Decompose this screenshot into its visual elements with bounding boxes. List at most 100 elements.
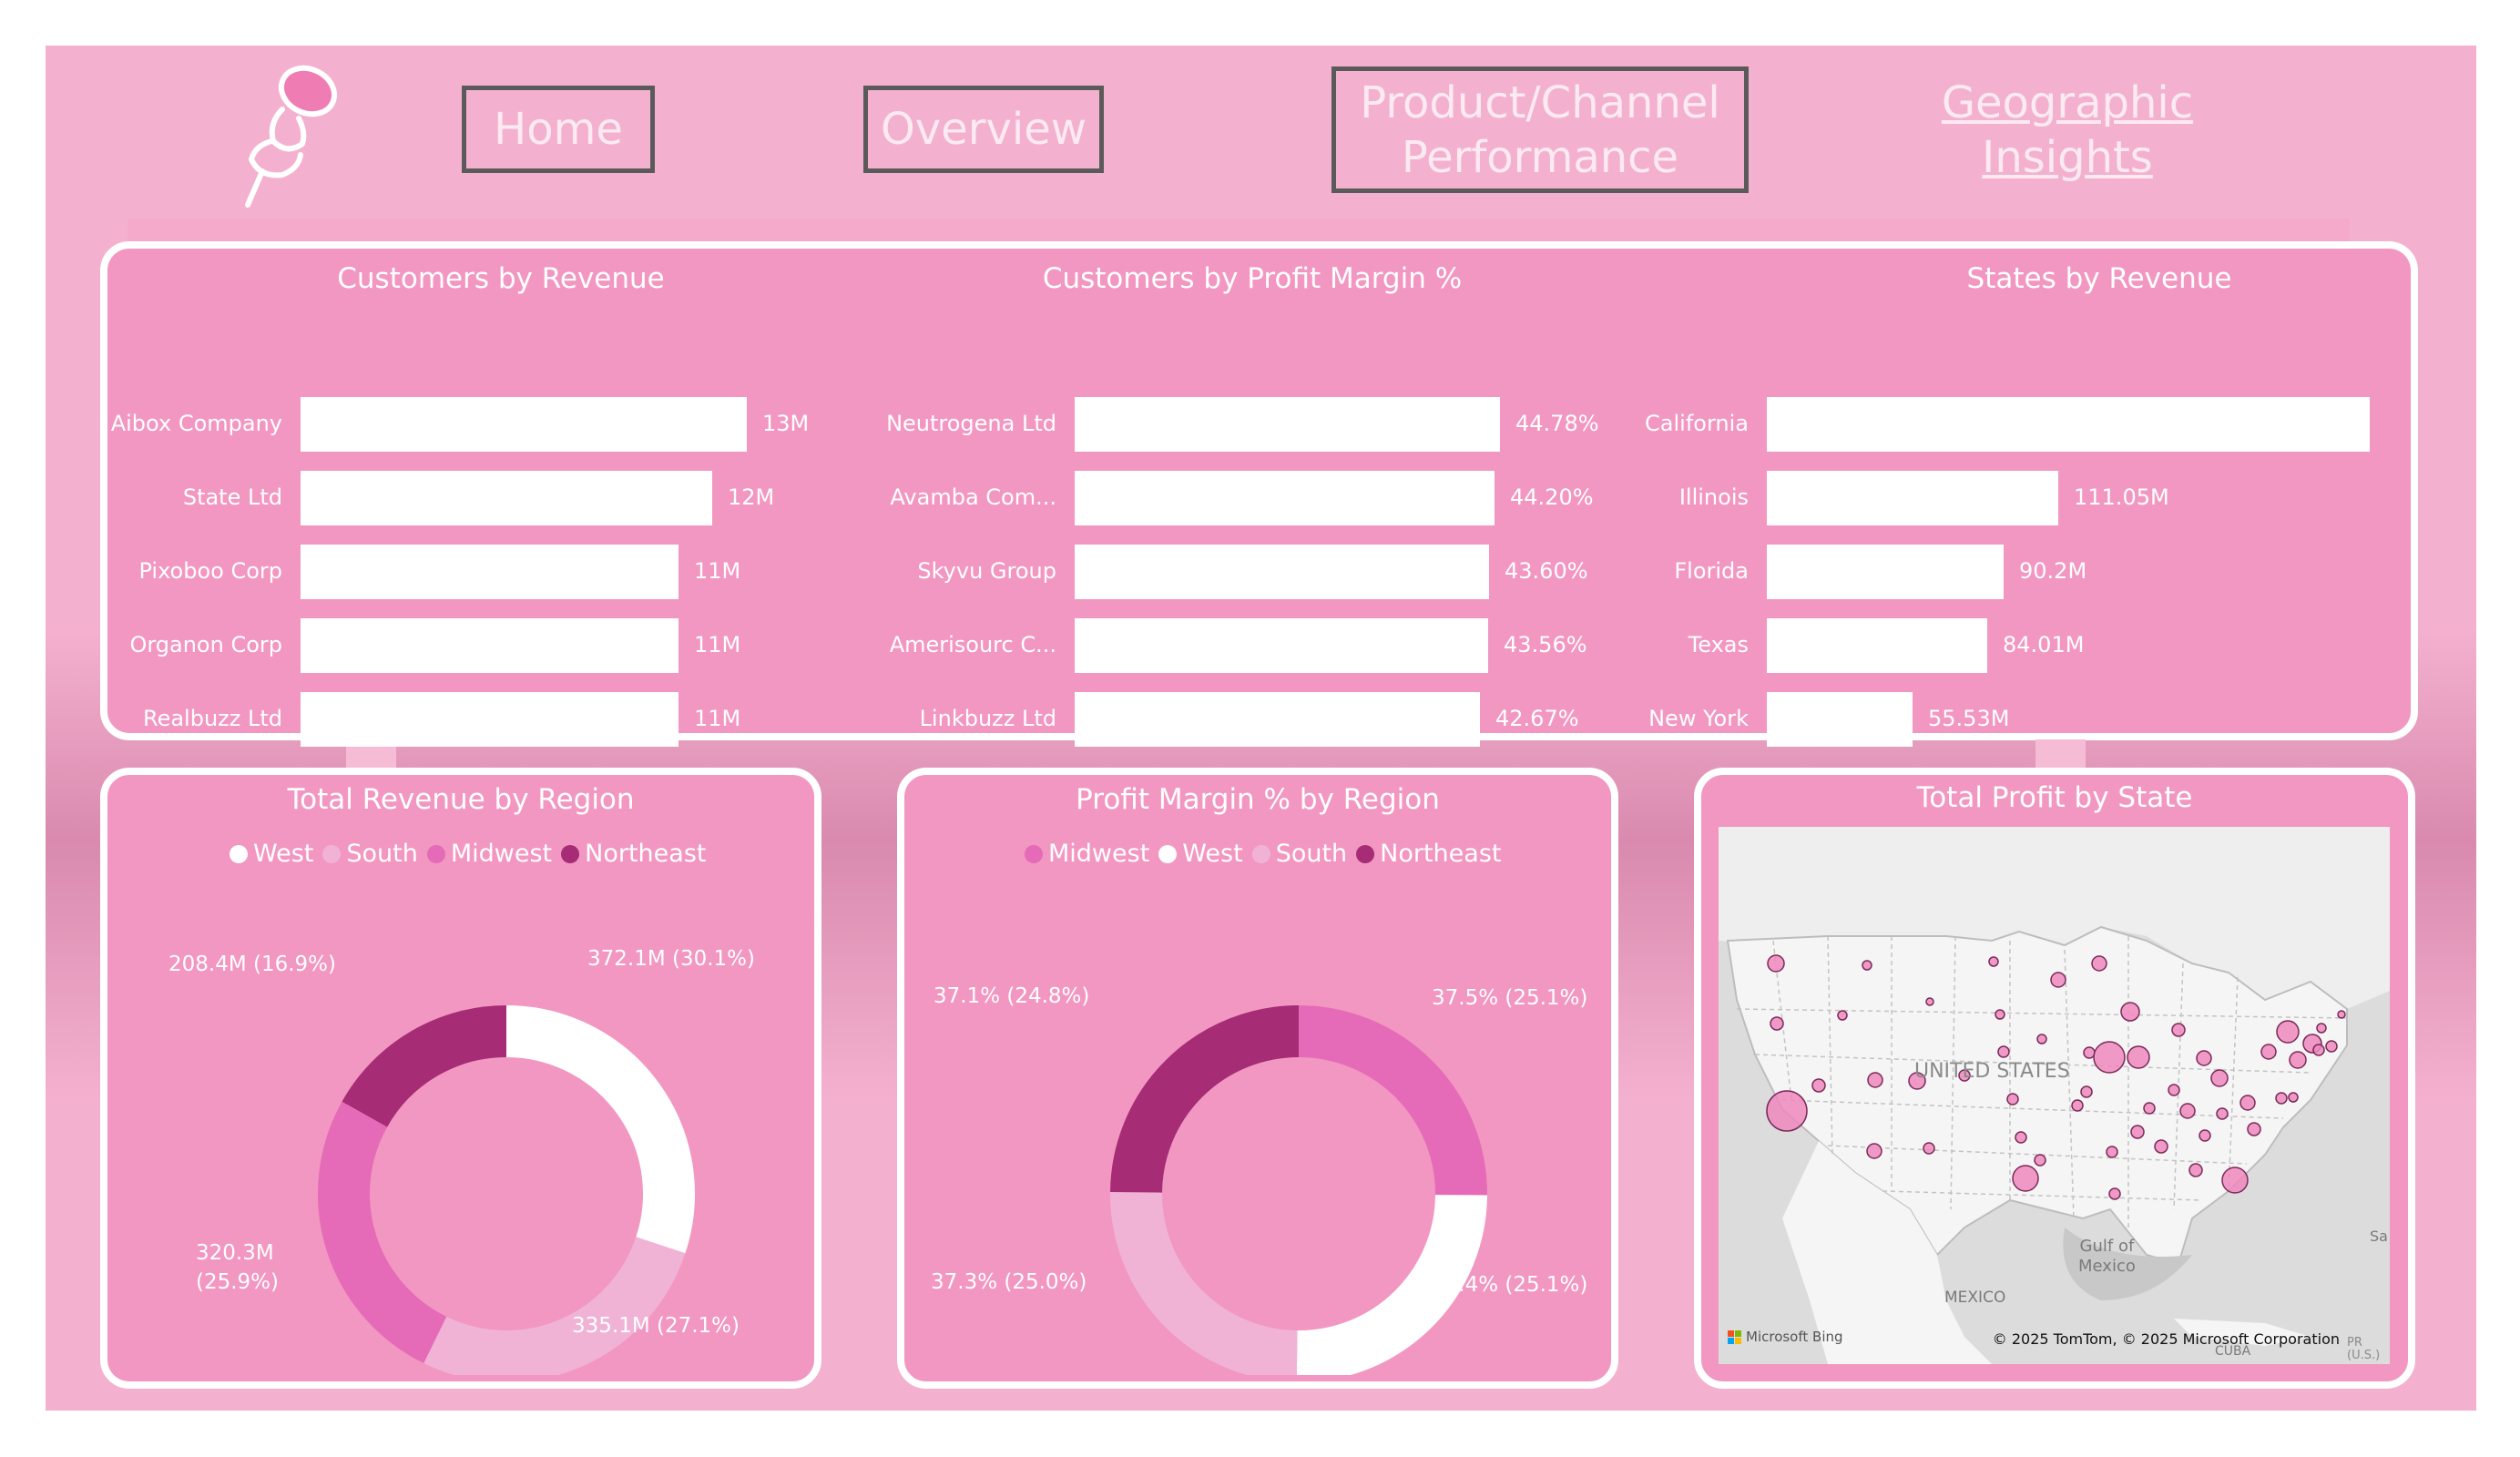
nav-home-button[interactable]: Home xyxy=(462,86,655,173)
bar-value-label: 44.78% xyxy=(1515,411,1599,436)
legend-dot xyxy=(426,844,445,863)
legend-item[interactable]: South xyxy=(1251,840,1347,868)
map-bubble[interactable] xyxy=(2275,1092,2288,1105)
map-bubble[interactable] xyxy=(1866,1143,1882,1159)
map-bubble[interactable] xyxy=(1988,956,1999,967)
map-bubble[interactable] xyxy=(2083,1046,2096,1059)
donut-slice-midwest[interactable] xyxy=(318,1101,447,1364)
map-bubble[interactable] xyxy=(2071,1099,2084,1112)
bar[interactable] xyxy=(301,692,678,747)
map-bubble[interactable] xyxy=(1811,1078,1826,1093)
bar[interactable] xyxy=(301,618,678,673)
donut-label-midwest-value: 320.3M xyxy=(196,1241,274,1265)
legend-item[interactable]: Northeast xyxy=(1356,840,1501,868)
map-bubble[interactable] xyxy=(2093,1041,2126,1074)
bar[interactable] xyxy=(301,397,747,452)
bar[interactable] xyxy=(1767,692,1913,747)
map-bubble[interactable] xyxy=(1997,1045,2010,1058)
bar[interactable] xyxy=(1075,545,1489,599)
map-bubble[interactable] xyxy=(2006,1093,2019,1105)
bing-label: Microsoft Bing xyxy=(1746,1329,1843,1345)
map-bubble[interactable] xyxy=(1925,997,1934,1006)
legend-item[interactable]: Midwest xyxy=(1025,840,1149,868)
donut-label-northeast: 208.4M (16.9%) xyxy=(168,953,337,976)
legend-item[interactable]: South xyxy=(322,840,418,868)
bar[interactable] xyxy=(301,545,678,599)
map-bubble[interactable] xyxy=(2154,1139,2168,1154)
nav-product-channel-button[interactable]: Product/Channel Performance xyxy=(1331,66,1749,193)
bar-value-label: 11M xyxy=(694,706,741,731)
map-bubble[interactable] xyxy=(2130,1125,2145,1139)
bar[interactable] xyxy=(301,471,712,525)
map-bubble[interactable] xyxy=(2143,1102,2156,1115)
donut-label-west: 372.1M (30.1%) xyxy=(587,947,756,971)
map-bubble-layer xyxy=(1766,954,2346,1200)
map-bubble[interactable] xyxy=(1767,954,1785,973)
donut-slice-south[interactable] xyxy=(1110,1191,1299,1375)
map-bubble[interactable] xyxy=(2288,1092,2299,1103)
map-bubble[interactable] xyxy=(1923,1142,1935,1155)
bar[interactable] xyxy=(1075,618,1488,673)
map-bubble[interactable] xyxy=(2316,1023,2327,1034)
map-bubble[interactable] xyxy=(2325,1040,2338,1053)
nav-geographic-insights-link[interactable]: Geographic Insights xyxy=(1913,71,2222,189)
map-bubble[interactable] xyxy=(2179,1103,2196,1119)
map-bubble[interactable] xyxy=(2247,1122,2261,1136)
map-bubble[interactable] xyxy=(2221,1167,2249,1194)
bar[interactable] xyxy=(1075,471,1495,525)
map-bubble[interactable] xyxy=(2108,1187,2121,1200)
donut-slice-west[interactable] xyxy=(505,1005,695,1254)
legend-item[interactable]: Midwest xyxy=(426,840,552,868)
map-bubble[interactable] xyxy=(2120,1002,2140,1022)
legend-item[interactable]: West xyxy=(230,840,313,868)
donut-slice-northeast[interactable] xyxy=(342,1005,507,1128)
map-bubble[interactable] xyxy=(2106,1146,2118,1158)
map-bubble[interactable] xyxy=(2050,972,2066,988)
map-bubble[interactable] xyxy=(2260,1044,2277,1060)
map-label-mexico: MEXICO xyxy=(1944,1289,2006,1307)
map-bubble[interactable] xyxy=(2188,1163,2203,1177)
map-bubble[interactable] xyxy=(2216,1107,2229,1120)
bar[interactable] xyxy=(1075,397,1500,452)
map-bubble[interactable] xyxy=(2171,1023,2186,1037)
map-bubble[interactable] xyxy=(2080,1085,2093,1098)
map-bubble[interactable] xyxy=(2015,1131,2027,1144)
bar-category-label: Pixoboo Corp xyxy=(138,558,282,584)
legend-dot xyxy=(230,844,248,863)
map-bubble[interactable] xyxy=(2034,1154,2046,1167)
map-bubble[interactable] xyxy=(2168,1084,2180,1096)
bar-category-label: Linkbuzz Ltd xyxy=(919,706,1056,731)
map-bubble[interactable] xyxy=(2127,1045,2150,1069)
map-bubble[interactable] xyxy=(1837,1010,1848,1021)
bar-value-label: 84.01M xyxy=(2003,632,2085,657)
map-bubble[interactable] xyxy=(1770,1016,1784,1031)
map-bubble[interactable] xyxy=(1862,960,1872,971)
map-bubble[interactable] xyxy=(2289,1051,2307,1069)
legend-item[interactable]: West xyxy=(1158,840,1243,868)
map-bubble[interactable] xyxy=(1995,1009,2005,1020)
donut-slice-midwest[interactable] xyxy=(1298,1005,1487,1196)
profit-state-map[interactable]: UNITED STATES Gulf of Mexico MEXICO CUBA … xyxy=(1719,827,2390,1364)
map-bubble[interactable] xyxy=(2312,1044,2325,1056)
map-bubble[interactable] xyxy=(1867,1072,1883,1088)
map-bubble[interactable] xyxy=(2012,1165,2039,1192)
bar[interactable] xyxy=(1767,471,2058,525)
nav-overview-button[interactable]: Overview xyxy=(863,86,1104,173)
customers-revenue-title: Customers by Revenue xyxy=(337,262,665,295)
bar[interactable] xyxy=(1767,618,1987,673)
map-bubble[interactable] xyxy=(2196,1050,2212,1066)
map-bubble[interactable] xyxy=(2199,1129,2211,1142)
legend-item[interactable]: Northeast xyxy=(561,840,706,868)
bar[interactable] xyxy=(1767,545,2004,599)
bar[interactable] xyxy=(1075,692,1480,747)
map-bubble[interactable] xyxy=(2210,1069,2229,1087)
map-label-gulf: Gulf of Mexico xyxy=(2078,1237,2136,1276)
map-bubble[interactable] xyxy=(2337,1010,2346,1019)
map-bubble[interactable] xyxy=(1766,1090,1808,1132)
bar[interactable] xyxy=(1767,397,2370,452)
map-bubble[interactable] xyxy=(2091,955,2107,972)
map-bubble[interactable] xyxy=(2036,1034,2047,1044)
map-bubble[interactable] xyxy=(2276,1020,2300,1044)
map-bubble[interactable] xyxy=(2239,1095,2256,1111)
donut-slice-northeast[interactable] xyxy=(1110,1005,1300,1194)
